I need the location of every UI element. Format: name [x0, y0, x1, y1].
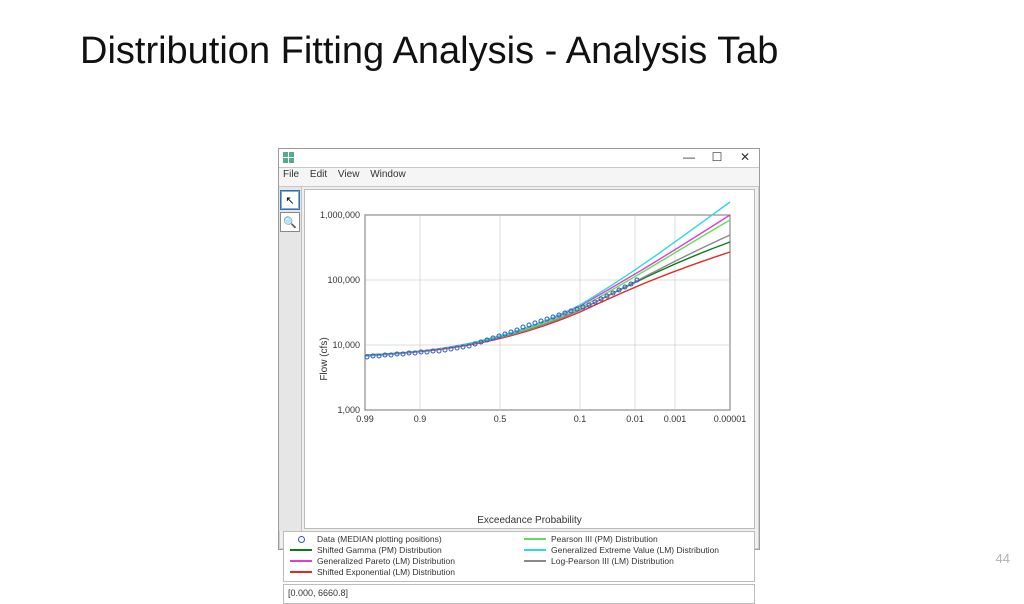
svg-text:0.1: 0.1	[574, 414, 587, 424]
tool-strip: ↖ 🔍	[279, 187, 302, 531]
legend-item: Generalized Extreme Value (LM) Distribut…	[524, 545, 748, 555]
legend-item: Data (MEDIAN plotting positions)	[290, 534, 514, 544]
legend-item: Log-Pearson III (LM) Distribution	[524, 556, 748, 566]
svg-text:10,000: 10,000	[332, 340, 360, 350]
status-bar: [0.000, 6660.8]	[283, 584, 755, 604]
plot-area[interactable]: Flow (cfs) Exceedance Probability 0.990.…	[304, 189, 755, 529]
svg-text:0.00001: 0.00001	[714, 414, 747, 424]
page-number: 44	[996, 551, 1010, 566]
app-window: — ☐ ✕ File Edit View Window ↖ 🔍 Flow (cf…	[278, 148, 760, 550]
menu-view[interactable]: View	[338, 169, 360, 180]
svg-text:0.9: 0.9	[414, 414, 427, 424]
svg-text:100,000: 100,000	[327, 275, 360, 285]
x-axis-label: Exceedance Probability	[477, 515, 582, 526]
svg-text:0.01: 0.01	[626, 414, 644, 424]
close-button[interactable]: ✕	[731, 149, 759, 167]
slide-title: Distribution Fitting Analysis - Analysis…	[80, 30, 940, 74]
legend-item: Shifted Gamma (PM) Distribution	[290, 545, 514, 555]
legend-item: Generalized Pareto (LM) Distribution	[290, 556, 514, 566]
menubar: File Edit View Window	[279, 168, 759, 187]
chart-svg: 0.99 0.9 0.5 0.1 0.01 0.001 0.00001 1,000 10,000…	[305, 190, 753, 526]
svg-text:0.5: 0.5	[494, 414, 507, 424]
svg-text:1,000: 1,000	[337, 405, 360, 415]
maximize-button[interactable]: ☐	[703, 149, 731, 167]
menu-edit[interactable]: Edit	[310, 169, 327, 180]
svg-text:0.99: 0.99	[356, 414, 374, 424]
pointer-tool[interactable]: ↖	[280, 190, 300, 210]
minimize-button[interactable]: —	[675, 149, 703, 167]
app-icon	[283, 152, 295, 164]
legend: Data (MEDIAN plotting positions) Pearson …	[283, 531, 755, 582]
svg-text:1,000,000: 1,000,000	[320, 210, 360, 220]
menu-window[interactable]: Window	[370, 169, 406, 180]
y-axis-label: Flow (cfs)	[319, 337, 330, 380]
legend-item: Pearson III (PM) Distribution	[524, 534, 748, 544]
titlebar[interactable]: — ☐ ✕	[279, 149, 759, 168]
zoom-tool[interactable]: 🔍	[280, 212, 300, 232]
menu-file[interactable]: File	[283, 169, 299, 180]
svg-text:0.001: 0.001	[664, 414, 687, 424]
